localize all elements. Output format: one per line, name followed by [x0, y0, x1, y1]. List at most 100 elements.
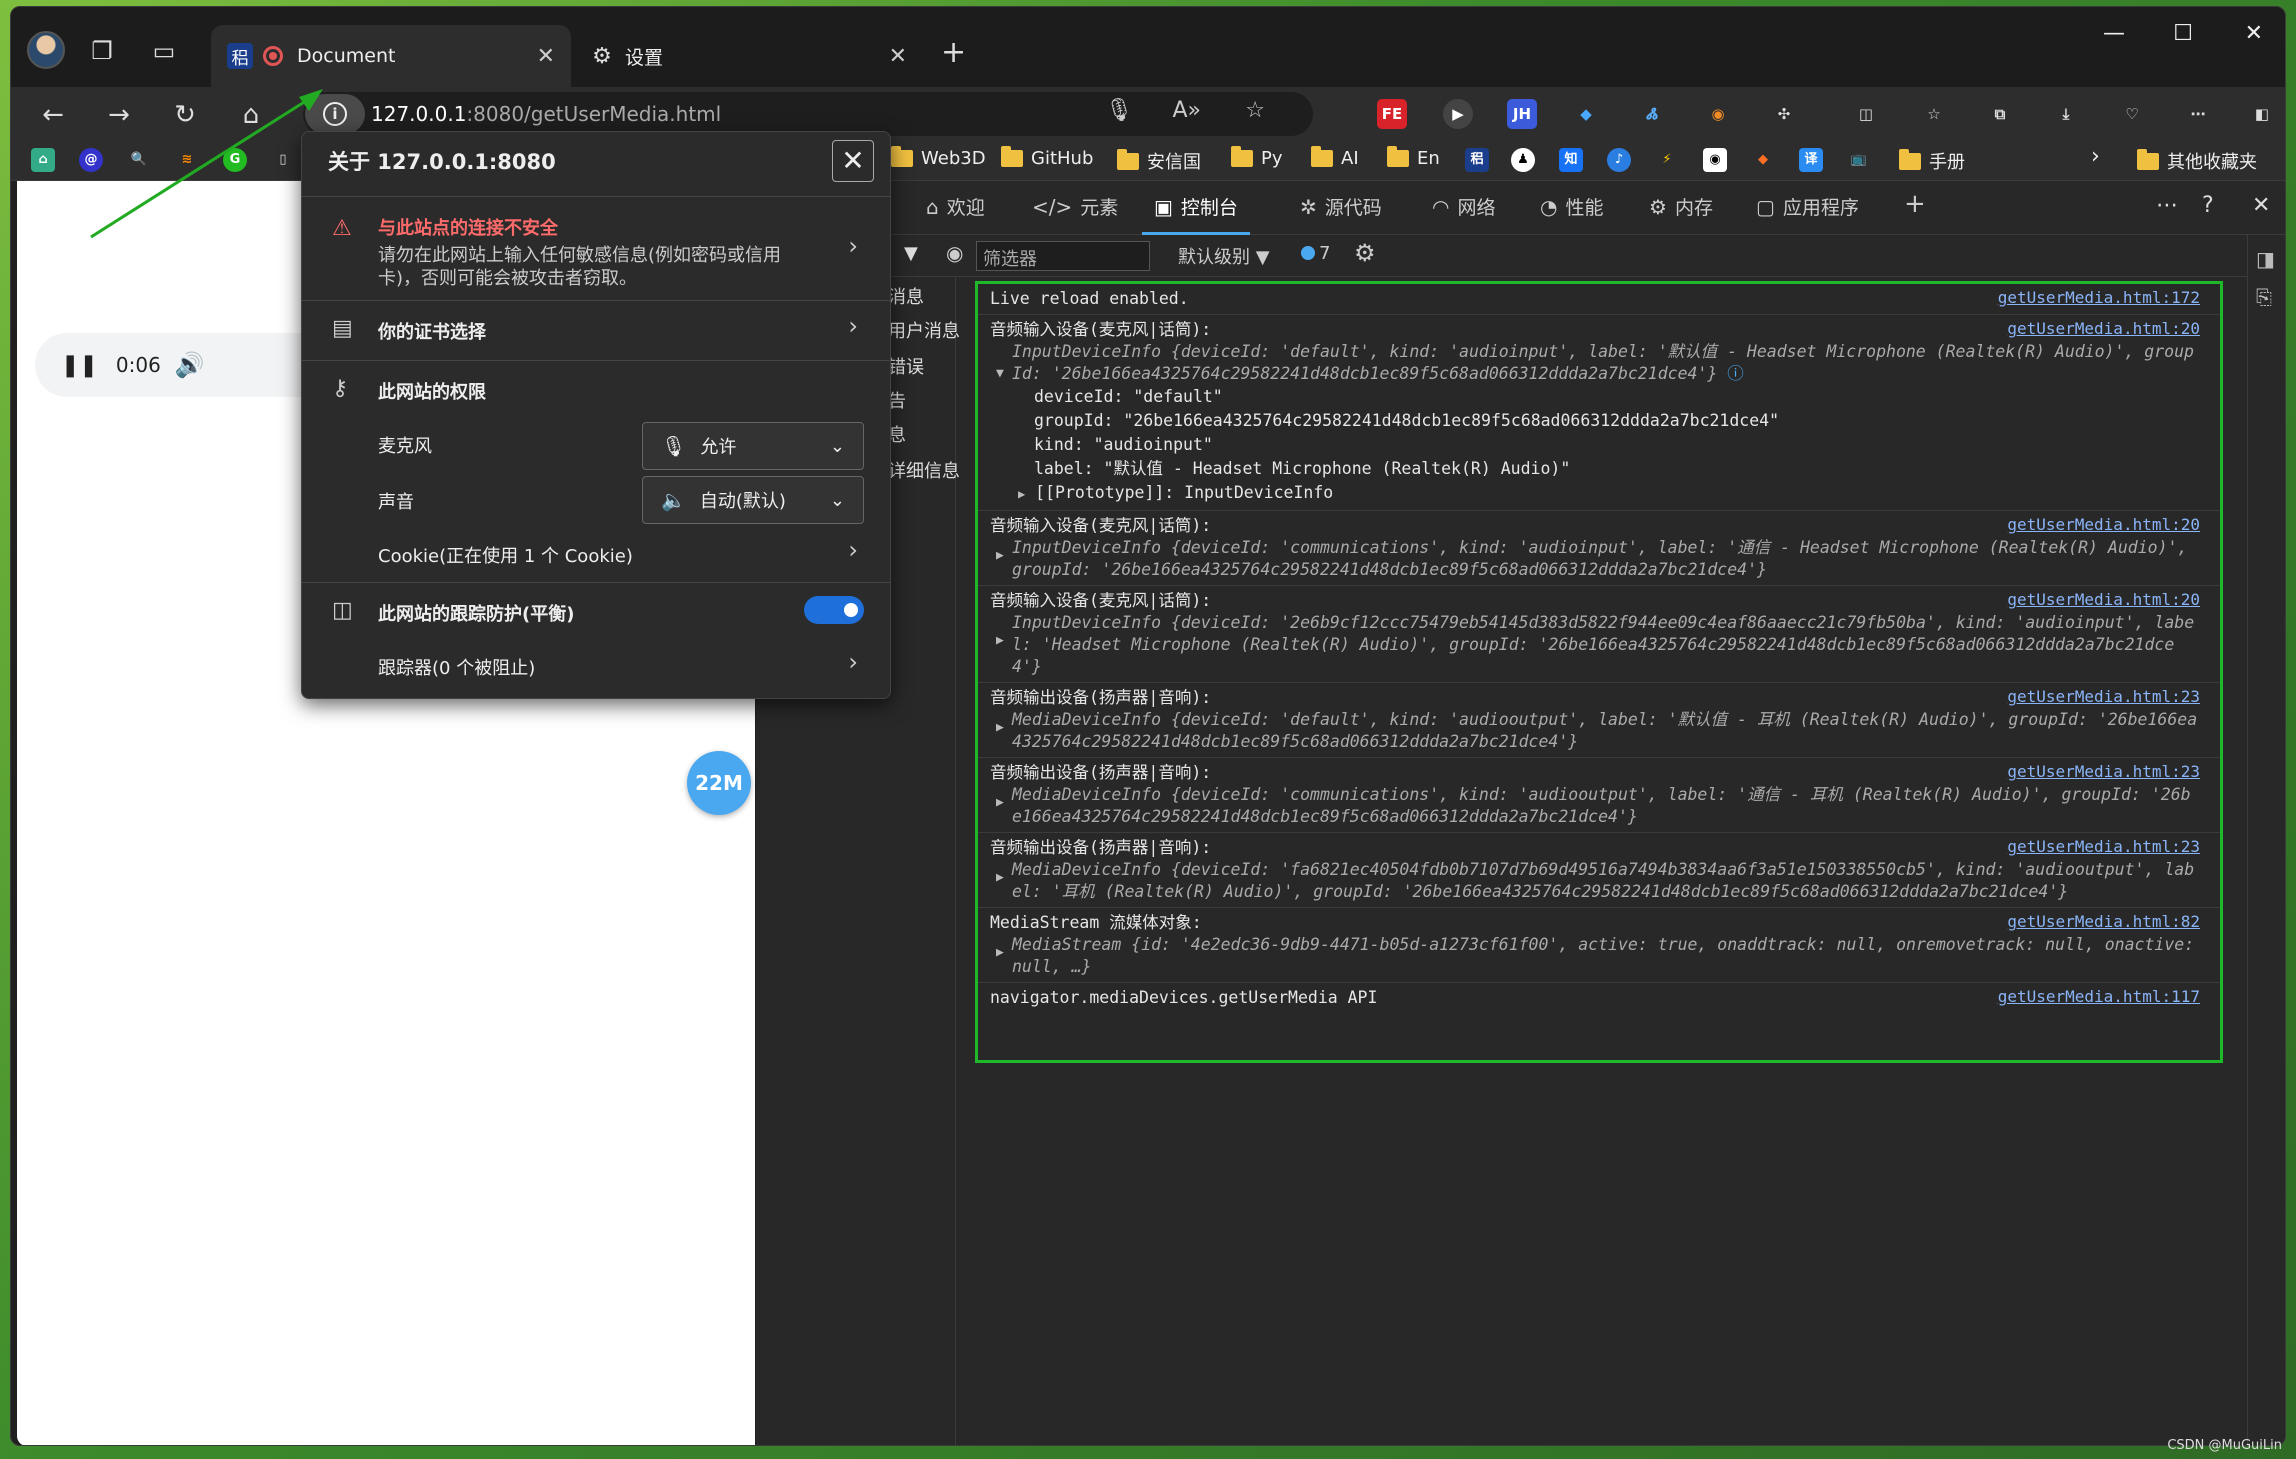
- bookmarks-overflow-chevron-icon[interactable]: ›: [2091, 144, 2100, 169]
- collapsed-triangle-icon[interactable]: ▶: [996, 942, 1004, 964]
- minimize-icon[interactable]: —: [2103, 21, 2125, 46]
- source-link[interactable]: getUserMedia.html:23: [2007, 837, 2200, 856]
- close-window-icon[interactable]: ✕: [2245, 21, 2263, 46]
- extensions-icon[interactable]: ✣: [1769, 99, 1799, 129]
- browser-essentials-icon[interactable]: ♡: [2117, 99, 2147, 129]
- pause-icon[interactable]: ❚❚: [61, 353, 98, 378]
- read-aloud-icon[interactable]: A»: [1172, 98, 1201, 123]
- sidebar-item-user-messages[interactable]: 用户消息: [888, 317, 960, 343]
- object-preview[interactable]: ▶ InputDeviceInfo {deviceId: '2e6b9cf12cc…: [990, 612, 2198, 678]
- console-settings-gear-icon[interactable]: ⚙: [1354, 239, 1376, 267]
- bookmark-bilibili-icon[interactable]: 📺: [1847, 148, 1877, 172]
- object-preview[interactable]: ▼ InputDeviceInfo {deviceId: 'default', k…: [990, 341, 2198, 385]
- collapsed-triangle-icon[interactable]: ▶: [996, 867, 1004, 889]
- bookmark-icon-9[interactable]: ◉: [1703, 148, 1733, 172]
- downloads-icon[interactable]: ⤓: [2051, 99, 2081, 129]
- collapsed-triangle-icon[interactable]: ▶: [996, 717, 1004, 739]
- close-tab-icon[interactable]: ✕: [889, 44, 907, 69]
- cookie-row[interactable]: Cookie(正在使用 1 个 Cookie) ›: [302, 526, 890, 580]
- bookmark-icon-6[interactable]: ♟: [1511, 148, 1541, 172]
- floating-badge[interactable]: 22M: [687, 751, 751, 815]
- sidebar-item-verbose[interactable]: 详细信息: [888, 457, 960, 483]
- bookmark-folder-github[interactable]: GitHub: [1001, 146, 1093, 169]
- collapsed-triangle-icon[interactable]: ▶: [996, 630, 1004, 652]
- tab-welcome[interactable]: ⌂ 欢迎: [926, 193, 985, 220]
- source-link[interactable]: getUserMedia.html:23: [2007, 687, 2200, 706]
- object-preview[interactable]: ▶ MediaStream {id: '4e2edc36-9db9-4471-b0…: [990, 934, 2198, 978]
- bookmark-gitlab-icon[interactable]: ◆: [1751, 148, 1781, 172]
- tracking-toggle[interactable]: [804, 596, 864, 624]
- tab-performance[interactable]: ◔ 性能: [1540, 193, 1603, 220]
- source-link[interactable]: getUserMedia.html:23: [2007, 762, 2200, 781]
- source-link[interactable]: getUserMedia.html:82: [2007, 912, 2200, 931]
- help-icon[interactable]: ?: [2202, 193, 2214, 218]
- collapsed-triangle-icon[interactable]: ▶: [996, 792, 1004, 814]
- bookmark-zhihu-icon[interactable]: 知: [1559, 148, 1589, 172]
- trackers-row[interactable]: 跟踪器(0 个被阻止) ›: [302, 638, 890, 694]
- sidebar-toggle-icon[interactable]: ◧: [2247, 99, 2277, 129]
- tab-application[interactable]: ▢ 应用程序: [1756, 193, 1859, 220]
- sidebar-item-messages[interactable]: 消息: [888, 283, 924, 309]
- tab-elements[interactable]: </> 元素: [1032, 193, 1118, 220]
- tampermonkey-icon[interactable]: ◉: [1703, 99, 1733, 129]
- favorites-icon[interactable]: ☆: [1919, 99, 1949, 129]
- certificate-row[interactable]: ▤ 你的证书选择 ›: [302, 300, 890, 358]
- bookmark-folder-py[interactable]: Py: [1231, 146, 1283, 169]
- address-bar[interactable]: i 127.0.0.1:8080/getUserMedia.html 🎙 A» …: [303, 92, 1313, 136]
- bookmark-icon-8[interactable]: ⚡: [1655, 148, 1685, 172]
- source-link[interactable]: getUserMedia.html:20: [2007, 590, 2200, 609]
- more-options-icon[interactable]: ⋯: [2156, 193, 2178, 218]
- bookmark-folder-anxinguo[interactable]: 安信国: [1117, 148, 1201, 174]
- source-link[interactable]: getUserMedia.html:20: [2007, 515, 2200, 534]
- object-preview[interactable]: ▶ MediaDeviceInfo {deviceId: 'default', k…: [990, 709, 2198, 753]
- log-levels-dropdown[interactable]: 默认级别 ▼: [1178, 243, 1270, 269]
- object-prototype[interactable]: ▶ [[Prototype]]: InputDeviceInfo: [990, 481, 2198, 506]
- tab-sources[interactable]: ✲ 源代码: [1300, 193, 1382, 220]
- bookmark-folder-ai[interactable]: AI: [1311, 146, 1359, 169]
- bookmark-folder-web3d[interactable]: Web3D: [891, 146, 986, 169]
- sound-permission-select[interactable]: 🔈 自动(默认) ⌄: [642, 476, 864, 524]
- gem-extension-icon[interactable]: ◆: [1571, 99, 1601, 129]
- expanded-triangle-icon[interactable]: ▼: [996, 363, 1004, 385]
- collapsed-triangle-icon[interactable]: ▶: [1018, 487, 1025, 501]
- filter-input[interactable]: 筛选器: [976, 241, 1150, 271]
- source-link[interactable]: getUserMedia.html:172: [1998, 288, 2200, 307]
- object-preview[interactable]: ▶ MediaDeviceInfo {deviceId: 'communicati…: [990, 784, 2198, 828]
- bookmark-translate-icon[interactable]: 译: [1799, 148, 1829, 172]
- clipboard-icon[interactable]: ⎘: [2256, 285, 2272, 309]
- favorite-star-icon[interactable]: ☆: [1245, 98, 1265, 123]
- connection-warning-row[interactable]: ⚠ 与此站点的连接不安全 请勿在此网站上输入任何敏感信息(例如密码或信用 卡)，…: [302, 196, 890, 300]
- source-link[interactable]: getUserMedia.html:117: [1998, 987, 2200, 1006]
- player-extension-icon[interactable]: ▶: [1443, 99, 1473, 129]
- bookmark-icon-7[interactable]: ♪: [1607, 148, 1637, 172]
- tab-memory[interactable]: ⚙ 内存: [1649, 193, 1713, 220]
- bookmark-folder-en[interactable]: En: [1387, 146, 1440, 169]
- close-devtools-icon[interactable]: ✕: [2252, 193, 2270, 218]
- jh-extension-icon[interactable]: JH: [1507, 99, 1537, 129]
- bookmark-folder-other[interactable]: 其他收藏夹: [2137, 148, 2257, 174]
- new-tab-button[interactable]: +: [941, 35, 966, 70]
- collections-icon[interactable]: ⧉: [1985, 99, 2015, 129]
- object-preview[interactable]: ▶ InputDeviceInfo {deviceId: 'communicati…: [990, 537, 2198, 581]
- message-count-badge[interactable]: 7: [1301, 243, 1330, 264]
- translate-extension-icon[interactable]: Ꮬ: [1637, 99, 1667, 129]
- microphone-icon[interactable]: 🎙: [1105, 98, 1133, 123]
- close-tab-icon[interactable]: ✕: [537, 44, 555, 69]
- context-dropdown-icon[interactable]: ▼: [904, 243, 918, 264]
- sidebar-item-errors[interactable]: 错误: [888, 353, 924, 379]
- collapsed-triangle-icon[interactable]: ▶: [996, 545, 1004, 567]
- split-screen-icon[interactable]: ◫: [1851, 99, 1881, 129]
- source-link[interactable]: getUserMedia.html:20: [2007, 319, 2200, 338]
- close-popup-button[interactable]: ✕: [832, 140, 874, 182]
- more-menu-icon[interactable]: ⋯: [2183, 99, 2213, 129]
- bookmark-icon-5[interactable]: 稆: [1465, 148, 1495, 172]
- tab-settings[interactable]: ⚙ 设置 ✕: [573, 25, 923, 87]
- tab-network[interactable]: ◠ 网络: [1432, 193, 1495, 220]
- maximize-icon[interactable]: ☐: [2173, 21, 2193, 46]
- object-preview[interactable]: ▶ MediaDeviceInfo {deviceId: 'fa6821ec405…: [990, 859, 2198, 903]
- eye-icon[interactable]: ◉: [946, 241, 963, 265]
- add-tab-button[interactable]: +: [1904, 189, 1926, 219]
- bookmark-folder-manual[interactable]: 手册: [1899, 148, 1965, 174]
- fehelper-extension-icon[interactable]: FE: [1377, 99, 1407, 129]
- microphone-permission-select[interactable]: 🎙 允许 ⌄: [642, 422, 864, 470]
